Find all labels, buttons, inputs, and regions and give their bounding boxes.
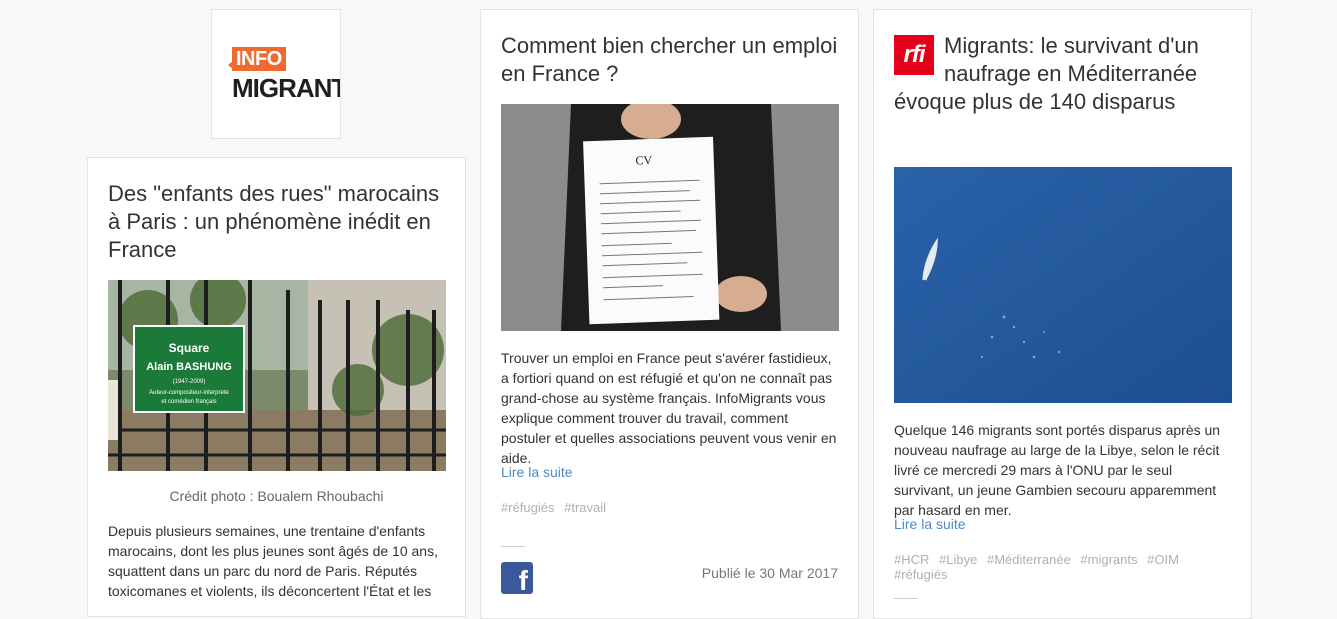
sign-line5: et comédien français (161, 399, 216, 405)
separator (501, 546, 525, 547)
sign-line1: Square (169, 341, 210, 355)
logo-text: MIGRANTS (232, 73, 340, 103)
read-more-link[interactable]: Lire la suite (501, 464, 573, 480)
sign-line3: (1947-2009) (173, 379, 206, 385)
infomigrants-logo-card[interactable]: INFO MIGRANTS (211, 9, 341, 139)
article-card-shipwreck: rfi Migrants: le survivant d'un naufrage… (873, 9, 1252, 619)
article-image[interactable]: Square Alain BASHUNG (1947-2009) Auteur-… (108, 280, 446, 471)
article-card-job-search: Comment bien chercher un emploi en Franc… (480, 9, 859, 619)
article-title[interactable]: Migrants: le survivant d'un naufrage en … (894, 32, 1231, 116)
tag-refugies[interactable]: #réfugiés (894, 567, 947, 582)
article-title[interactable]: Des "enfants des rues" marocains à Paris… (108, 180, 445, 264)
sign-line2: Alain BASHUNG (146, 361, 232, 373)
tag-oim[interactable]: #OIM (1147, 552, 1179, 567)
cv-photo: CV (501, 104, 839, 331)
image-caption: Crédit photo : Boualem Rhoubachi (169, 488, 384, 504)
title-line-2: évoque plus de 140 disparus (894, 89, 1176, 114)
article-title[interactable]: Comment bien chercher un emploi en Franc… (501, 32, 838, 88)
article-image[interactable] (894, 167, 1232, 403)
sea-boat-photo (894, 167, 1232, 403)
article-image[interactable]: CV (501, 104, 839, 331)
title-line-1: Migrants: le survivant d'un naufrage en … (944, 33, 1199, 86)
tag-libye[interactable]: #Libye (939, 552, 977, 567)
tag-refugies[interactable]: #réfugiés (501, 500, 554, 515)
cv-label: CV (635, 153, 652, 168)
article-card-street-children: Des "enfants des rues" marocains à Paris… (87, 157, 466, 617)
article-excerpt: Quelque 146 migrants sont portés disparu… (894, 422, 1221, 518)
facebook-share-icon[interactable]: f (501, 562, 533, 594)
article-excerpt: Trouver un emploi en France peut s'avére… (501, 350, 837, 466)
sign-line4: Auteur-compositeur-interprète (149, 390, 229, 396)
fence-sign-photo: Square Alain BASHUNG (1947-2009) Auteur-… (108, 280, 446, 471)
read-more-link[interactable]: Lire la suite (894, 516, 966, 532)
tag-travail[interactable]: #travail (564, 500, 606, 515)
tag-migrants[interactable]: #migrants (1080, 552, 1137, 567)
tag-mediterranee[interactable]: #Méditerranée (987, 552, 1071, 567)
tag-list: #réfugiés #travail (501, 500, 838, 515)
rfi-logo-icon: rfi (894, 35, 934, 75)
article-excerpt: Depuis plusieurs semaines, une trentaine… (108, 523, 438, 599)
tag-list: #HCR #Libye #Méditerranée #migrants #OIM… (894, 552, 1231, 582)
publish-date: Publié le 30 Mar 2017 (701, 565, 838, 581)
tag-hcr[interactable]: #HCR (894, 552, 929, 567)
logo-badge: INFO (228, 47, 286, 71)
